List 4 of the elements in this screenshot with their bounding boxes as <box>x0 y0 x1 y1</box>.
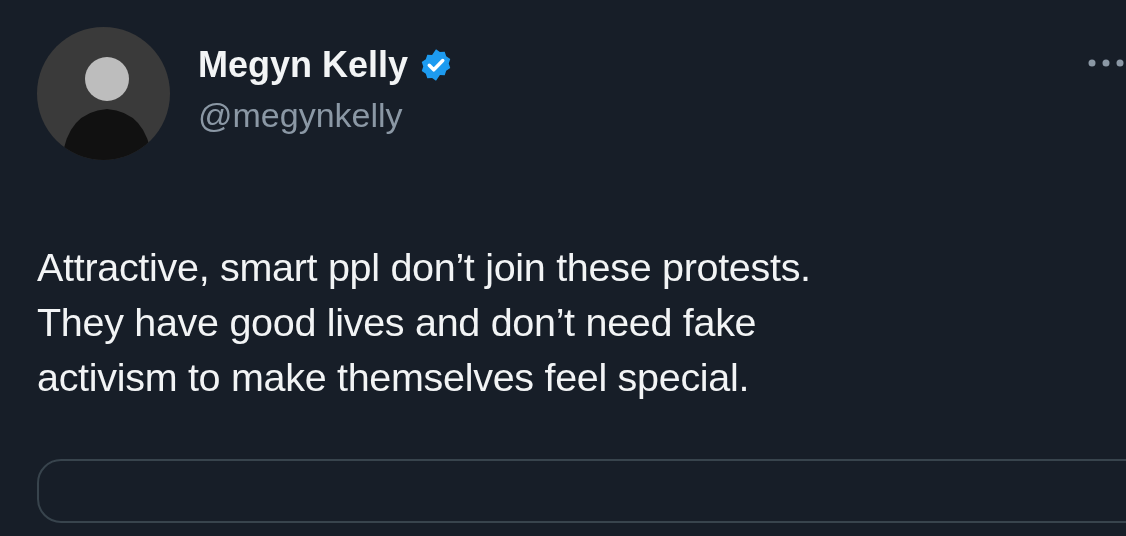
more-icon[interactable] <box>1086 57 1126 69</box>
author-name[interactable]: Megyn Kelly <box>198 41 409 89</box>
tweet-text: Attractive, smart ppl don’t join these protests. They have good lives and don’t need fake activism to make themselves feel special. <box>37 244 812 401</box>
author-handle[interactable]: @megynkelly <box>198 93 1086 137</box>
